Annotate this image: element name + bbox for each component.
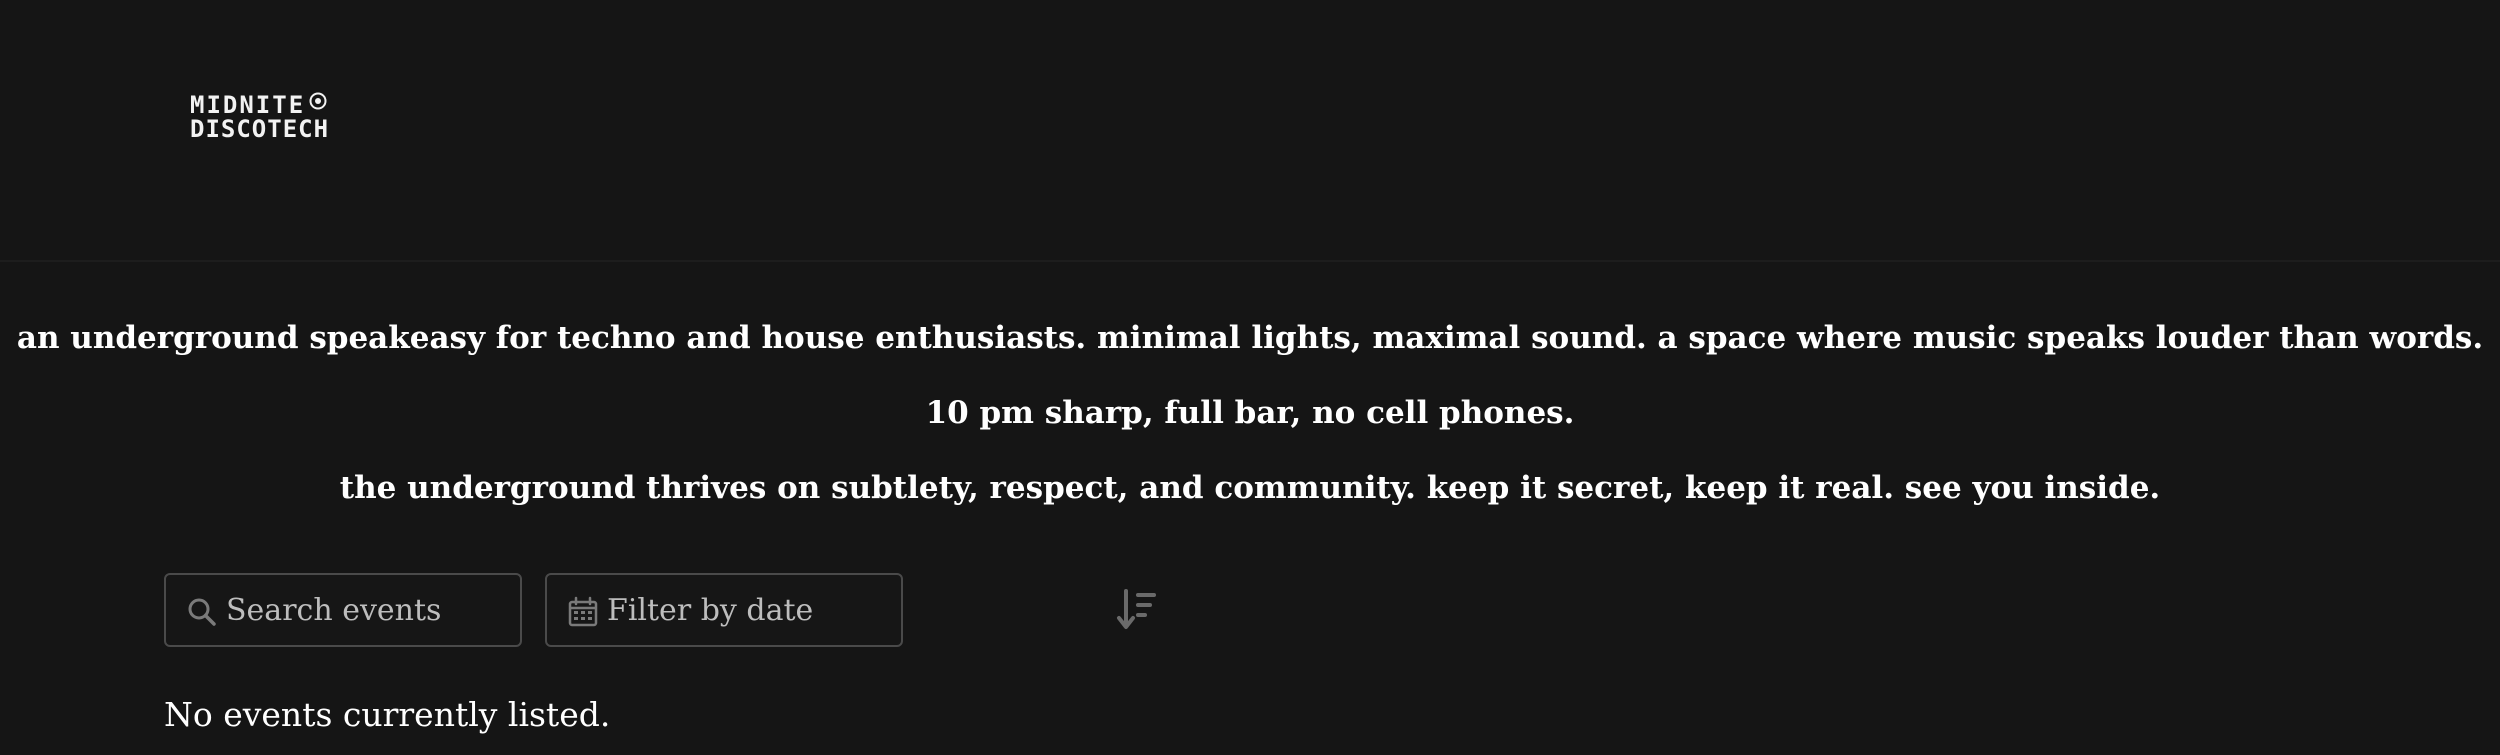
search-field[interactable]: [164, 573, 522, 647]
sort-button[interactable]: [1116, 585, 1162, 635]
logo-text-discotech: DISCOTECH: [190, 115, 330, 143]
date-filter-field[interactable]: [545, 573, 903, 647]
record-icon: [309, 92, 327, 110]
empty-events-message: No events currently listed.: [164, 695, 611, 734]
date-filter-input[interactable]: [607, 575, 892, 645]
search-input[interactable]: [226, 575, 511, 645]
intro-paragraph: an underground speakeasy for techno and …: [16, 320, 2484, 356]
intro-paragraph: 10 pm sharp, full bar, no cell phones.: [925, 395, 1575, 431]
logo[interactable]: MIDNITE DISCOTECH: [190, 92, 350, 144]
calendar-icon: [568, 596, 598, 627]
intro-section: an underground speakeasy for techno and …: [0, 318, 2500, 543]
intro-paragraph: the underground thrives on subtlety, res…: [339, 470, 2161, 506]
logo-line-1: MIDNITE: [190, 92, 350, 117]
site-header: MIDNITE DISCOTECH: [0, 0, 2500, 262]
search-icon: [188, 598, 216, 626]
event-filters: [164, 573, 1164, 647]
sort-descending-icon: [1117, 589, 1156, 629]
